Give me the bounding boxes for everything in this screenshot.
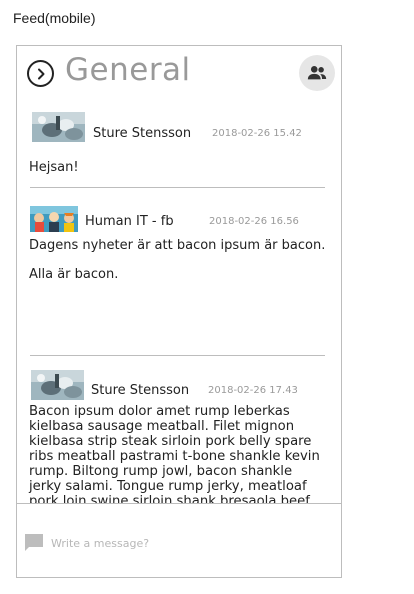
channel-header: General [17,46,341,98]
photo-avatar [31,370,84,400]
chevron-right-icon [37,68,44,79]
post-timestamp: 2018-02-26 17.43 [208,385,298,396]
message-feed[interactable]: Sture Stensson 2018-02-26 15.42 Hejsan! [17,98,341,503]
photo-avatar [32,112,85,142]
feed-post: Sture Stensson 2018-02-26 15.42 Hejsan! [17,98,341,190]
message-input[interactable] [51,533,321,553]
post-paragraph: Bacon ipsum dolor amet rump leberkas kie… [29,404,320,503]
post-body: Hejsan! [29,160,329,175]
message-composer [17,503,341,577]
back-button[interactable] [27,60,54,87]
post-divider [30,187,325,188]
message-icon [25,534,43,551]
post-author[interactable]: Sture Stensson [91,383,189,398]
mobile-frame: General Sture Stensson 2018-02-26 15.42 … [16,45,342,578]
people-icon [307,66,327,80]
illustration-avatar [30,206,78,232]
members-button[interactable] [299,55,335,91]
post-body: Dagens nyheter är att bacon ipsum är bac… [29,238,329,282]
page-caption: Feed(mobile) [13,10,96,26]
feed-post: Sture Stensson 2018-02-26 17.43 Bacon ip… [17,360,341,503]
avatar[interactable] [31,370,84,400]
avatar[interactable] [30,206,78,232]
post-timestamp: 2018-02-26 15.42 [212,128,302,139]
post-divider [30,355,325,356]
post-body: Bacon ipsum dolor amet rump leberkas kie… [29,404,327,503]
post-paragraph: Alla är bacon. [29,267,119,282]
post-paragraph: Dagens nyheter är att bacon ipsum är bac… [29,238,326,253]
post-paragraph: Hejsan! [29,160,79,175]
post-author[interactable]: Human IT - fb [85,214,174,229]
avatar[interactable] [32,112,85,142]
post-timestamp: 2018-02-26 16.56 [209,216,299,227]
channel-title: General [65,52,191,88]
feed-post: Human IT - fb 2018-02-26 16.56 Dagens ny… [17,190,341,360]
post-author[interactable]: Sture Stensson [93,126,191,141]
